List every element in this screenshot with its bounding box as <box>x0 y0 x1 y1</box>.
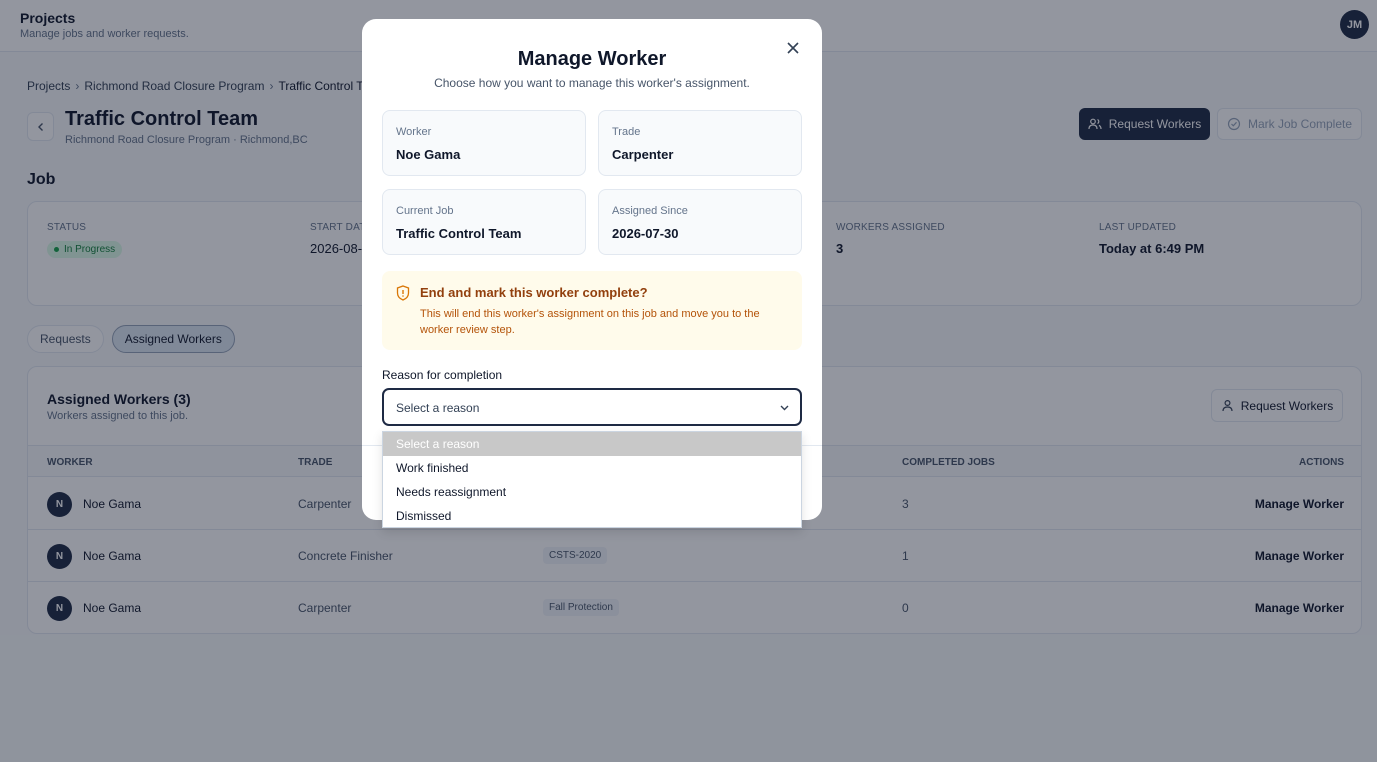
close-icon[interactable] <box>784 39 802 57</box>
modal-subtitle: Choose how you want to manage this worke… <box>434 76 750 90</box>
worker-info-value: Noe Gama <box>396 147 461 162</box>
chevron-down-icon <box>780 405 789 411</box>
assigned-since-label: Assigned Since <box>612 205 688 217</box>
current-job-value: Traffic Control Team <box>396 226 522 241</box>
warning-box: End and mark this worker complete? This … <box>382 271 802 350</box>
trade-info-value: Carpenter <box>612 147 674 162</box>
assigned-since-value: 2026-07-30 <box>612 226 679 241</box>
current-job-info-card: Current Job Traffic Control Team <box>382 189 586 255</box>
reason-dropdown-list: Select a reason Work finished Needs reas… <box>382 431 802 528</box>
reason-label: Reason for completion <box>382 368 503 382</box>
reason-option-placeholder[interactable]: Select a reason <box>383 432 801 456</box>
reason-select-value: Select a reason <box>396 401 480 415</box>
shield-alert-icon <box>396 285 410 301</box>
worker-info-label: Worker <box>396 126 432 138</box>
reason-option-dismissed[interactable]: Dismissed <box>383 504 801 528</box>
trade-info-card: Trade Carpenter <box>598 110 802 176</box>
assigned-since-info-card: Assigned Since 2026-07-30 <box>598 189 802 255</box>
reason-option-work-finished[interactable]: Work finished <box>383 456 801 480</box>
reason-option-needs-reassignment[interactable]: Needs reassignment <box>383 480 801 504</box>
warning-title: End and mark this worker complete? <box>420 285 648 300</box>
worker-info-card: Worker Noe Gama <box>382 110 586 176</box>
trade-info-label: Trade <box>612 126 641 138</box>
warning-text: This will end this worker's assignment o… <box>420 308 760 336</box>
current-job-label: Current Job <box>396 205 454 217</box>
reason-select[interactable]: Select a reason <box>382 388 802 426</box>
modal-title: Manage Worker <box>517 48 667 70</box>
